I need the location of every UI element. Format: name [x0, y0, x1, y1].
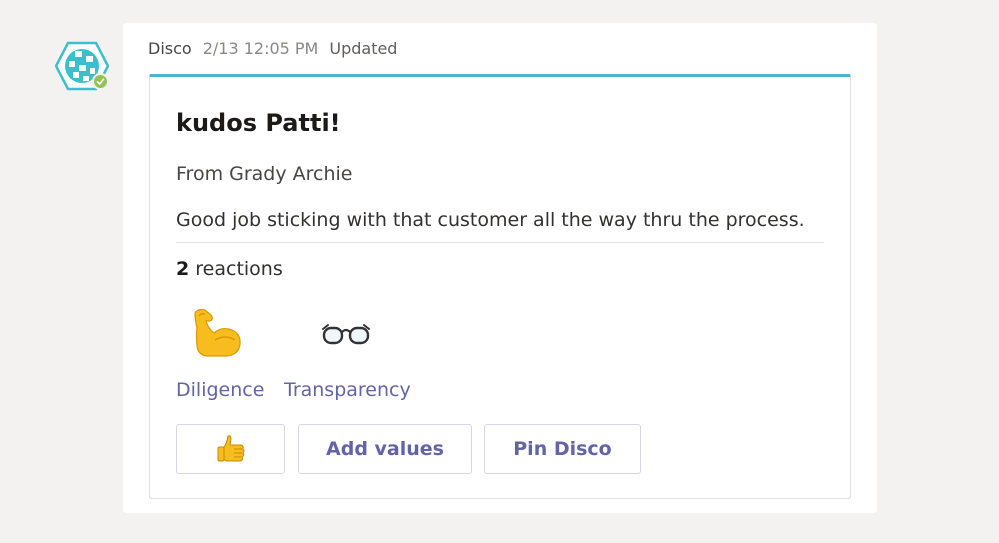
- presence-available-badge: [92, 73, 109, 90]
- value-link-transparency[interactable]: Transparency: [284, 379, 411, 401]
- card-title: kudos Patti!: [176, 109, 341, 137]
- kudos-card: kudos Patti! From Grady Archie Good job …: [149, 74, 851, 499]
- checkmark-icon: [96, 78, 105, 85]
- value-link-diligence[interactable]: Diligence: [176, 379, 264, 401]
- thumbs-up-icon: [217, 435, 244, 462]
- flexed-biceps-icon: [189, 306, 245, 362]
- reactions-label: reactions: [195, 258, 283, 280]
- sender-name[interactable]: Disco: [148, 39, 192, 58]
- add-values-button[interactable]: Add values: [298, 424, 472, 474]
- reactions-count: 2: [176, 258, 190, 280]
- like-button[interactable]: [176, 424, 285, 474]
- message-header: Disco 2/13 12:05 PM Updated: [148, 39, 397, 58]
- message-bubble: Disco 2/13 12:05 PM Updated kudos Patti!…: [123, 23, 877, 513]
- message-timestamp: 2/13 12:05 PM: [202, 39, 319, 58]
- reactions-summary: 2 reactions: [176, 258, 283, 280]
- card-from: From Grady Archie: [176, 163, 353, 185]
- pin-disco-button[interactable]: Pin Disco: [484, 424, 641, 474]
- eyeglasses-icon: [318, 306, 374, 362]
- edited-label: Updated: [329, 39, 398, 58]
- card-divider: [176, 242, 824, 243]
- card-message: Good job sticking with that customer all…: [176, 209, 805, 231]
